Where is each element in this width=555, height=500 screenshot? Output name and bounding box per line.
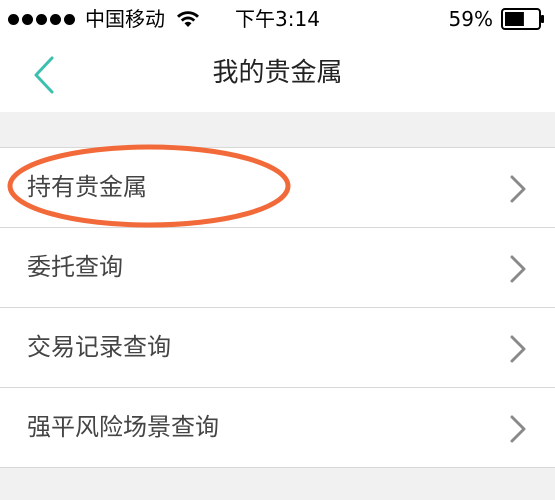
battery-percentage: 59% bbox=[448, 7, 493, 31]
menu-item-transactions[interactable]: 交易记录查询 bbox=[0, 308, 555, 388]
menu-item-label: 委托查询 bbox=[27, 253, 123, 281]
menu-item-label: 持有贵金属 bbox=[27, 173, 147, 201]
chevron-right-icon bbox=[510, 255, 526, 283]
menu-item-label: 强平风险场景查询 bbox=[27, 413, 219, 441]
menu-item-holdings[interactable]: 持有贵金属 bbox=[0, 148, 555, 228]
menu-list: 持有贵金属 委托查询 交易记录查询 强平风险场景查询 bbox=[0, 147, 555, 468]
page-title: 我的贵金属 bbox=[212, 58, 343, 88]
chevron-right-icon bbox=[510, 175, 526, 203]
chevron-right-icon bbox=[510, 335, 526, 363]
status-bar: 中国移动 下午3:14 59% bbox=[0, 0, 555, 38]
menu-item-orders[interactable]: 委托查询 bbox=[0, 228, 555, 308]
status-bar-right: 59% bbox=[449, 7, 545, 31]
menu-item-label: 交易记录查询 bbox=[27, 333, 171, 361]
menu-item-liquidation-risk[interactable]: 强平风险场景查询 bbox=[0, 388, 555, 467]
battery-icon bbox=[501, 8, 544, 30]
nav-header: 我的贵金属 bbox=[0, 38, 555, 112]
chevron-right-icon bbox=[510, 415, 526, 443]
